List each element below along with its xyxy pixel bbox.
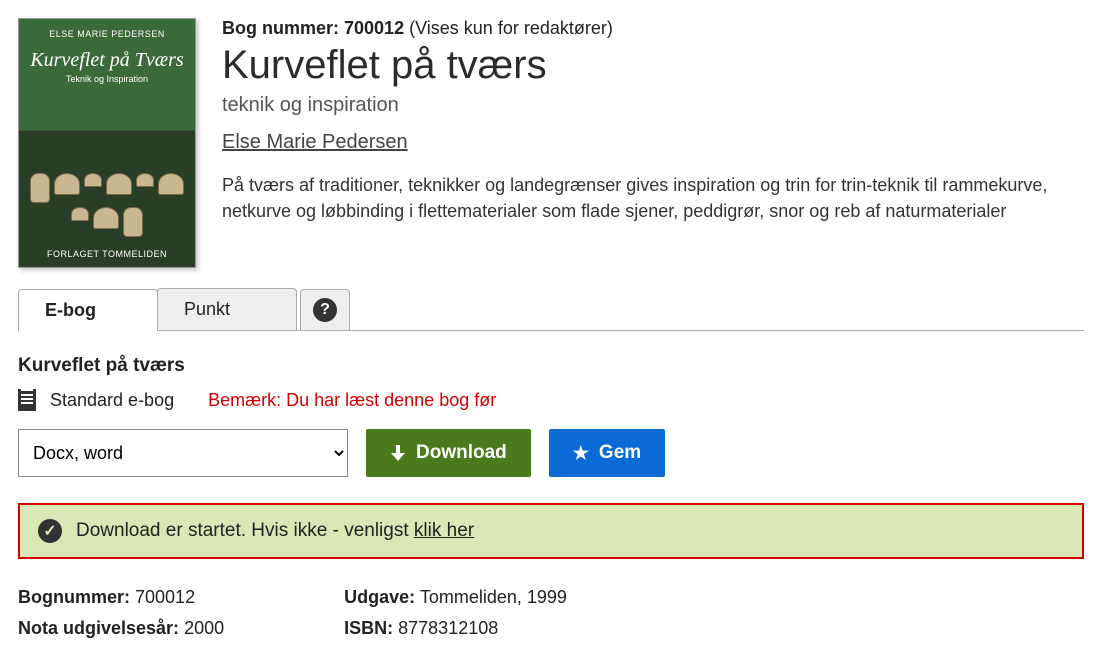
page-subtitle: teknik og inspiration <box>222 94 1084 117</box>
panel-title: Kurveflet på tværs <box>18 355 1084 377</box>
cover-title: Kurveflet på Tværs <box>30 49 183 72</box>
meta-udgivelse: Nota udgivelsesår: 2000 <box>18 618 224 639</box>
cover-subtitle: Teknik og Inspiration <box>66 74 148 84</box>
ebook-type-label: Standard e-bog <box>50 390 174 411</box>
author-link[interactable]: Else Marie Pedersen <box>222 131 408 154</box>
tab-help[interactable]: ? <box>300 289 350 330</box>
tab-punkt[interactable]: Punkt <box>157 288 297 330</box>
book-number-note: (Vises kun for redaktører) <box>409 18 613 38</box>
meta-bognummer: Bognummer: 700012 <box>18 587 224 608</box>
cover-publisher: FORLAGET TOMMELIDEN <box>19 249 195 259</box>
download-icon <box>390 445 406 461</box>
download-started-alert: ✓ Download er startet. Hvis ikke - venli… <box>18 503 1084 559</box>
book-description: På tværs af traditioner, teknikker og la… <box>222 172 1084 224</box>
star-icon: ★ <box>573 444 589 462</box>
alert-text: Download er startet. Hvis ikke - venligs… <box>76 520 474 542</box>
save-button[interactable]: ★ Gem <box>549 429 665 477</box>
download-button-label: Download <box>416 442 507 464</box>
format-select[interactable]: Docx, word <box>18 429 348 477</box>
book-cover: ELSE MARIE PEDERSEN Kurveflet på Tværs T… <box>18 18 196 268</box>
page-title: Kurveflet på tværs <box>222 43 1084 88</box>
book-number-line: Bog nummer: 700012 (Vises kun for redakt… <box>222 18 1084 39</box>
tab-ebog[interactable]: E-bog <box>18 289 158 331</box>
book-number-value: 700012 <box>344 18 404 38</box>
save-button-label: Gem <box>599 442 641 464</box>
already-read-notice: Bemærk: Du har læst denne bog før <box>208 390 496 411</box>
cover-author: ELSE MARIE PEDERSEN <box>49 29 165 39</box>
check-icon: ✓ <box>38 519 62 543</box>
help-icon: ? <box>313 298 337 322</box>
download-button[interactable]: Download <box>366 429 531 477</box>
format-tabs: E-bog Punkt ? <box>18 288 1084 331</box>
meta-isbn: ISBN: 8778312108 <box>344 618 567 639</box>
alert-retry-link[interactable]: klik her <box>414 520 474 541</box>
document-icon <box>18 389 36 411</box>
meta-udgave: Udgave: Tommeliden, 1999 <box>344 587 567 608</box>
book-number-label: Bog nummer: <box>222 18 339 38</box>
cover-illustration <box>29 173 185 237</box>
